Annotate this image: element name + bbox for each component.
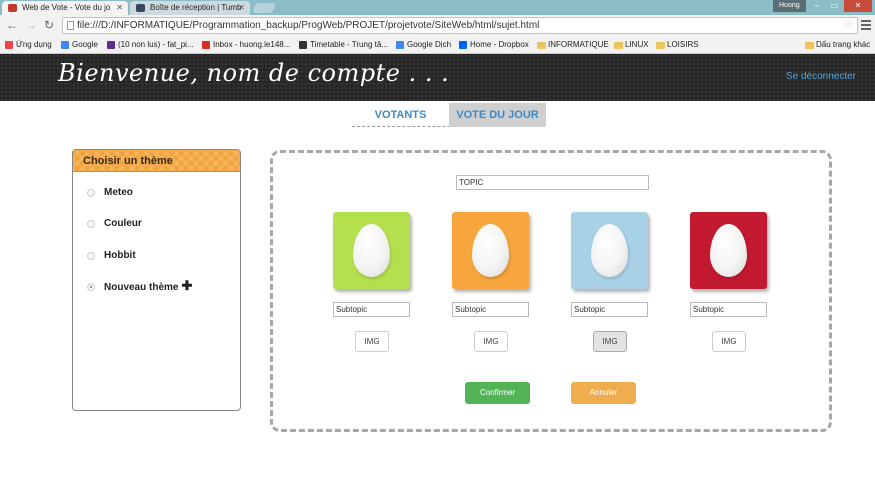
browser-tabstrip: Web de Vote - Vote du jo ✕ Boîte de réce… [0,0,875,15]
bookmark-folder-other[interactable]: Dấu trang khác [805,36,870,54]
bookmark-folder-informatique[interactable]: INFORMATIQUE [537,36,609,54]
bookmark-folder-linux[interactable]: LINUX [614,36,649,54]
main-nav-tabs: VOTANTS VOTE DU JOUR [352,103,546,127]
bookmark-apps[interactable]: Ứng dụng [5,36,52,54]
address-bar[interactable]: file:///D:/INFORMATIQUE/Programmation_ba… [62,17,858,34]
bookmarks-bar: Ứng dụng Google (10 non lus) - fat_pi...… [0,36,875,54]
topic-input[interactable] [456,175,649,190]
maximize-icon[interactable]: ▭ [826,0,843,12]
theme-option-label: Nouveau thème [104,282,179,293]
bookmark-label: (10 non lus) - fat_pi... [118,40,194,49]
folder-icon [614,42,623,49]
egg-image [472,224,509,277]
translate-icon [396,41,404,49]
img-upload-button[interactable]: IMG [355,331,389,352]
tumblr-favicon-icon [136,4,145,12]
address-url: file:///D:/INFORMATIQUE/Programmation_ba… [77,20,540,31]
timetable-icon [299,41,307,49]
bookmark-star-icon[interactable]: ☆ [843,18,853,33]
bookmark-timetable[interactable]: Timetable - Trung tâ... [299,36,388,54]
theme-option-couleur[interactable]: Couleur [87,217,142,231]
radio-button-selected[interactable] [87,283,95,291]
tab-vote-du-jour[interactable]: VOTE DU JOUR [449,103,546,127]
vote-favicon-icon [8,4,17,12]
new-tab-button[interactable] [252,3,276,13]
theme-panel-heading: Choisir un thème [73,150,240,172]
browser-tab-title: Web de Vote - Vote du jo [22,3,111,12]
folder-icon [805,42,814,49]
browser-tab-inbox[interactable]: Boîte de réception | Tumb ✕ [130,1,250,15]
gmail-icon [202,41,210,49]
dropbox-icon [459,41,467,49]
egg-image [353,224,390,277]
vote-option-card[interactable] [333,212,410,289]
google-icon [61,41,69,49]
subtopic-input[interactable] [333,302,410,317]
confirm-button[interactable]: Confirmer [465,382,530,404]
bookmark-google[interactable]: Google [61,36,98,54]
bookmark-label: Inbox - huong.le148... [213,40,291,49]
back-arrow-icon[interactable]: ← [5,18,19,32]
bookmark-label: Home - Dropbox [470,40,529,49]
folder-icon [656,42,665,49]
vote-form: IMG IMG IMG IMG Confirmer Annuler [270,150,832,432]
subtopic-input[interactable] [571,302,648,317]
browser-tab-active[interactable]: Web de Vote - Vote du jo ✕ [2,1,128,15]
radio-button[interactable] [87,252,95,260]
subtopic-input[interactable] [452,302,529,317]
apps-icon [5,41,13,49]
theme-panel: Choisir un thème Meteo Couleur Hobbit No… [72,149,241,411]
plus-icon[interactable]: ✚ [181,278,192,293]
egg-image [710,224,747,277]
bookmark-folder-loisirs[interactable]: LOISIRS [656,36,699,54]
close-tab-icon[interactable]: ✕ [238,1,245,15]
reload-icon[interactable]: ↻ [42,18,56,32]
bookmark-label: Google [72,40,98,49]
theme-option-meteo[interactable]: Meteo [87,186,133,200]
theme-option-label: Meteo [104,187,133,198]
vote-option-card[interactable] [571,212,648,289]
cancel-button[interactable]: Annuler [571,382,636,404]
bookmark-gmail[interactable]: Inbox - huong.le148... [202,36,290,54]
theme-option-label: Hobbit [104,250,136,261]
theme-option-label: Couleur [104,218,142,229]
bookmark-label: Ứng dụng [16,40,52,49]
bookmark-label: LINUX [625,40,649,49]
bookmark-label: INFORMATIQUE [548,40,609,49]
radio-button[interactable] [87,189,95,197]
yahoo-mail-icon [107,41,115,49]
logout-link[interactable]: Se déconnecter [786,71,856,82]
egg-image [591,224,628,277]
bookmark-yahoo-mail[interactable]: (10 non lus) - fat_pi... [107,36,194,54]
minimize-icon[interactable]: – [808,0,825,12]
tab-votants[interactable]: VOTANTS [352,103,449,127]
close-window-icon[interactable]: ✕ [844,0,872,12]
bookmark-label: Timetable - Trung tâ... [310,40,388,49]
img-upload-button[interactable]: IMG [712,331,746,352]
bookmark-dropbox[interactable]: Home - Dropbox [459,36,529,54]
vote-option-card[interactable] [690,212,767,289]
site-header: Bienvenue, nom de compte . . . Se déconn… [0,54,875,101]
subtopic-input[interactable] [690,302,767,317]
theme-option-new[interactable]: Nouveau thème ✚ [87,278,192,294]
welcome-title: Bienvenue, nom de compte . . . [58,59,450,87]
folder-icon [537,42,546,49]
page-icon [67,21,74,30]
close-tab-icon[interactable]: ✕ [116,1,123,15]
img-upload-button[interactable]: IMG [474,331,508,352]
img-upload-button[interactable]: IMG [593,331,627,352]
profile-badge[interactable]: Huong [773,0,806,12]
bookmark-label: LOISIRS [667,40,699,49]
forward-arrow-icon[interactable]: → [24,18,38,32]
bookmark-label: Google Dịch [407,40,452,49]
bookmark-label: Dấu trang khác [816,40,871,49]
vote-option-card[interactable] [452,212,529,289]
theme-option-hobbit[interactable]: Hobbit [87,249,136,263]
browser-toolbar: ← → ↻ file:///D:/INFORMATIQUE/Programmat… [0,15,875,36]
browser-tab-title: Boîte de réception | Tumb [150,3,242,12]
radio-button[interactable] [87,220,95,228]
menu-icon[interactable] [861,18,871,32]
bookmark-translate[interactable]: Google Dịch [396,36,451,54]
